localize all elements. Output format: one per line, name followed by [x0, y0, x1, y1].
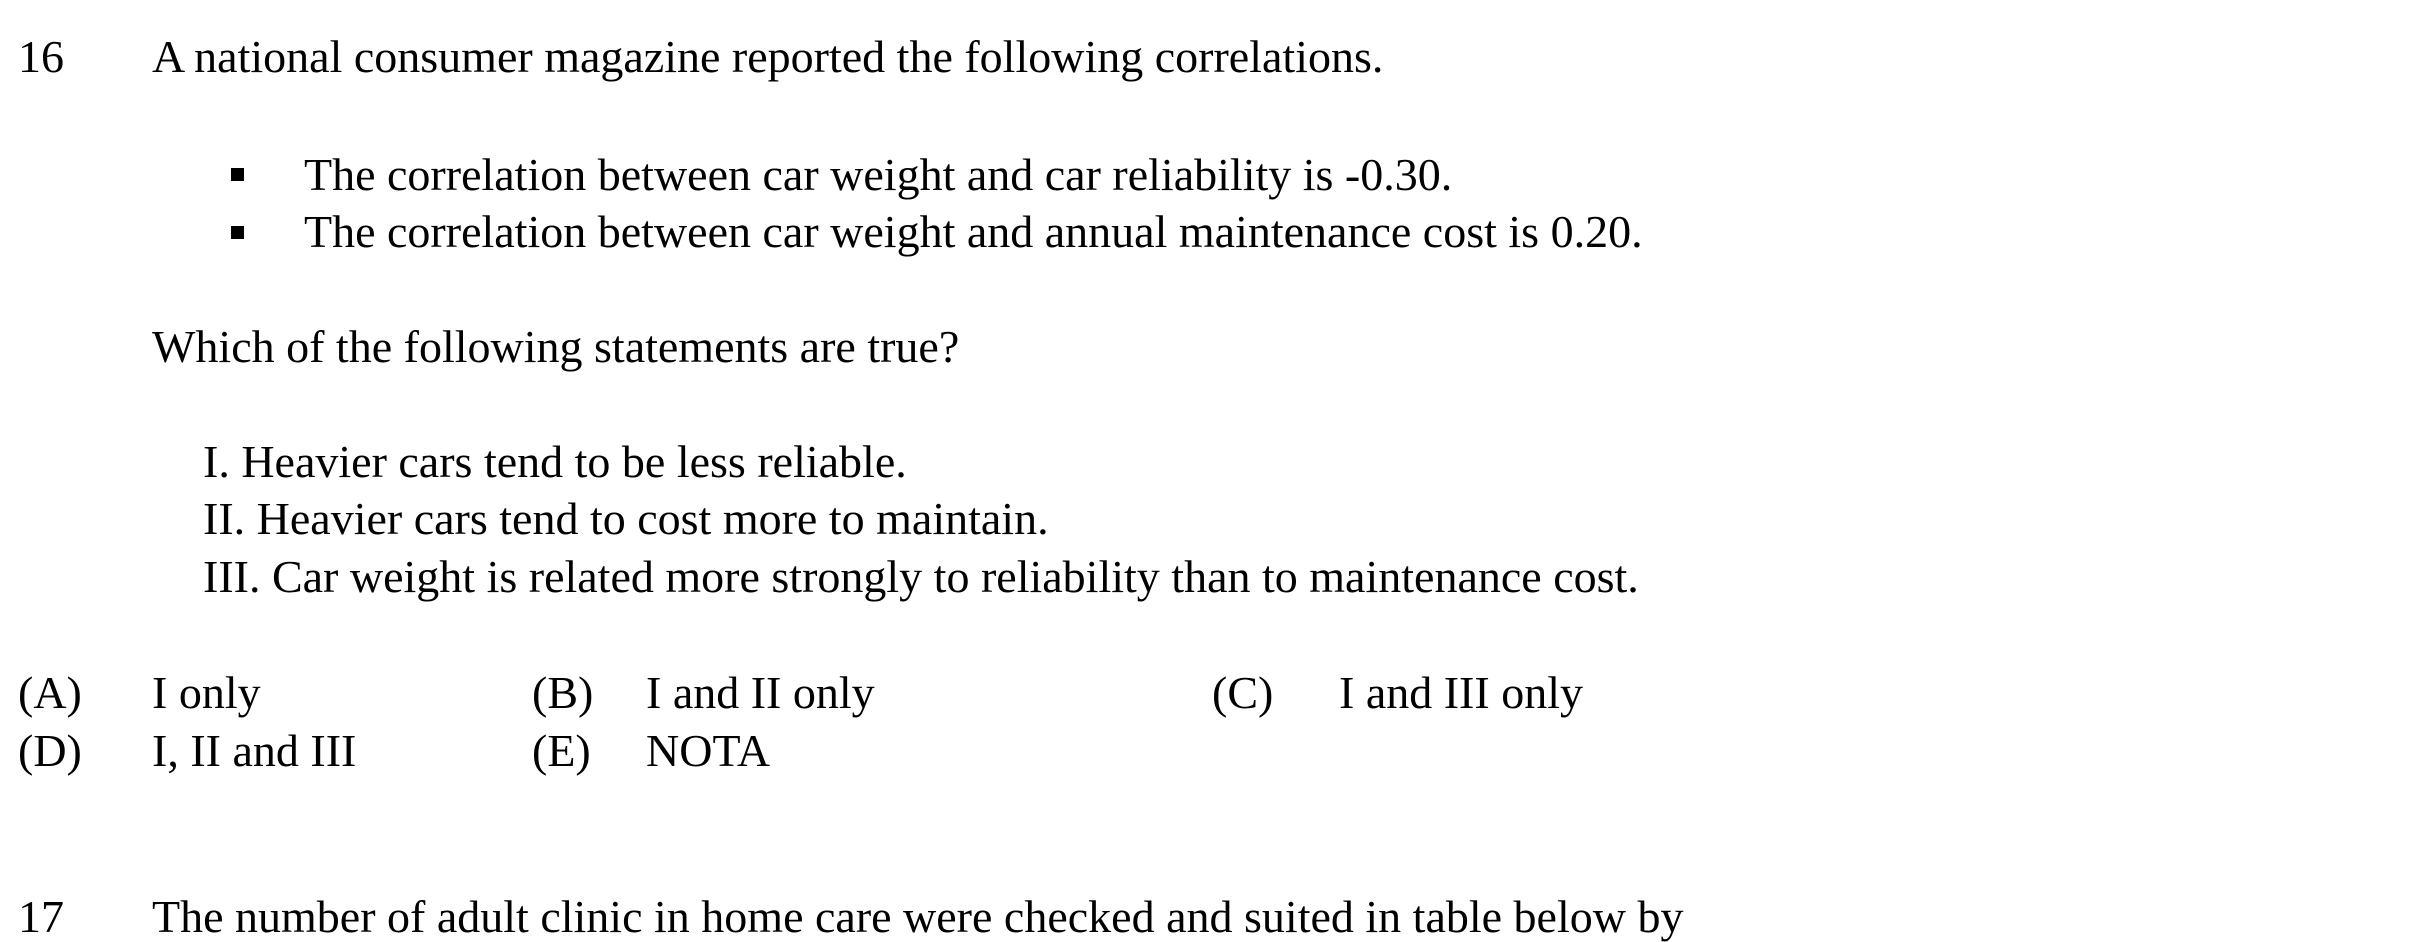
choice-letter: (A): [18, 667, 82, 718]
bullet-square-icon: [231, 168, 244, 181]
question-stem: The number of adult clinic in home care …: [152, 891, 1684, 942]
statement-item: III. Car weight is related more strongly…: [203, 551, 1639, 602]
bullet-item: The correlation between car weight and c…: [304, 149, 1453, 200]
choice-text: I, II and III: [152, 725, 357, 776]
choice-text: NOTA: [646, 725, 771, 776]
choice-letter: (D): [18, 725, 82, 776]
question-prompt: Which of the following statements are tr…: [152, 321, 960, 372]
question-stem: A national consumer magazine reported th…: [152, 31, 1384, 82]
choice-letter: (E): [532, 725, 591, 776]
choice-letter: (C): [1212, 667, 1274, 718]
choice-text: I and II only: [646, 667, 875, 718]
choice-text: I only: [152, 667, 261, 718]
statement-item: I. Heavier cars tend to be less reliable…: [203, 436, 907, 487]
choice-letter: (B): [532, 667, 594, 718]
bullet-item: The correlation between car weight and a…: [304, 206, 1643, 257]
choice-text: I and III only: [1339, 667, 1583, 718]
bullet-square-icon: [231, 226, 244, 239]
question-number: 17: [18, 891, 64, 942]
question-number: 16: [18, 31, 64, 82]
statement-item: II. Heavier cars tend to cost more to ma…: [203, 493, 1049, 544]
